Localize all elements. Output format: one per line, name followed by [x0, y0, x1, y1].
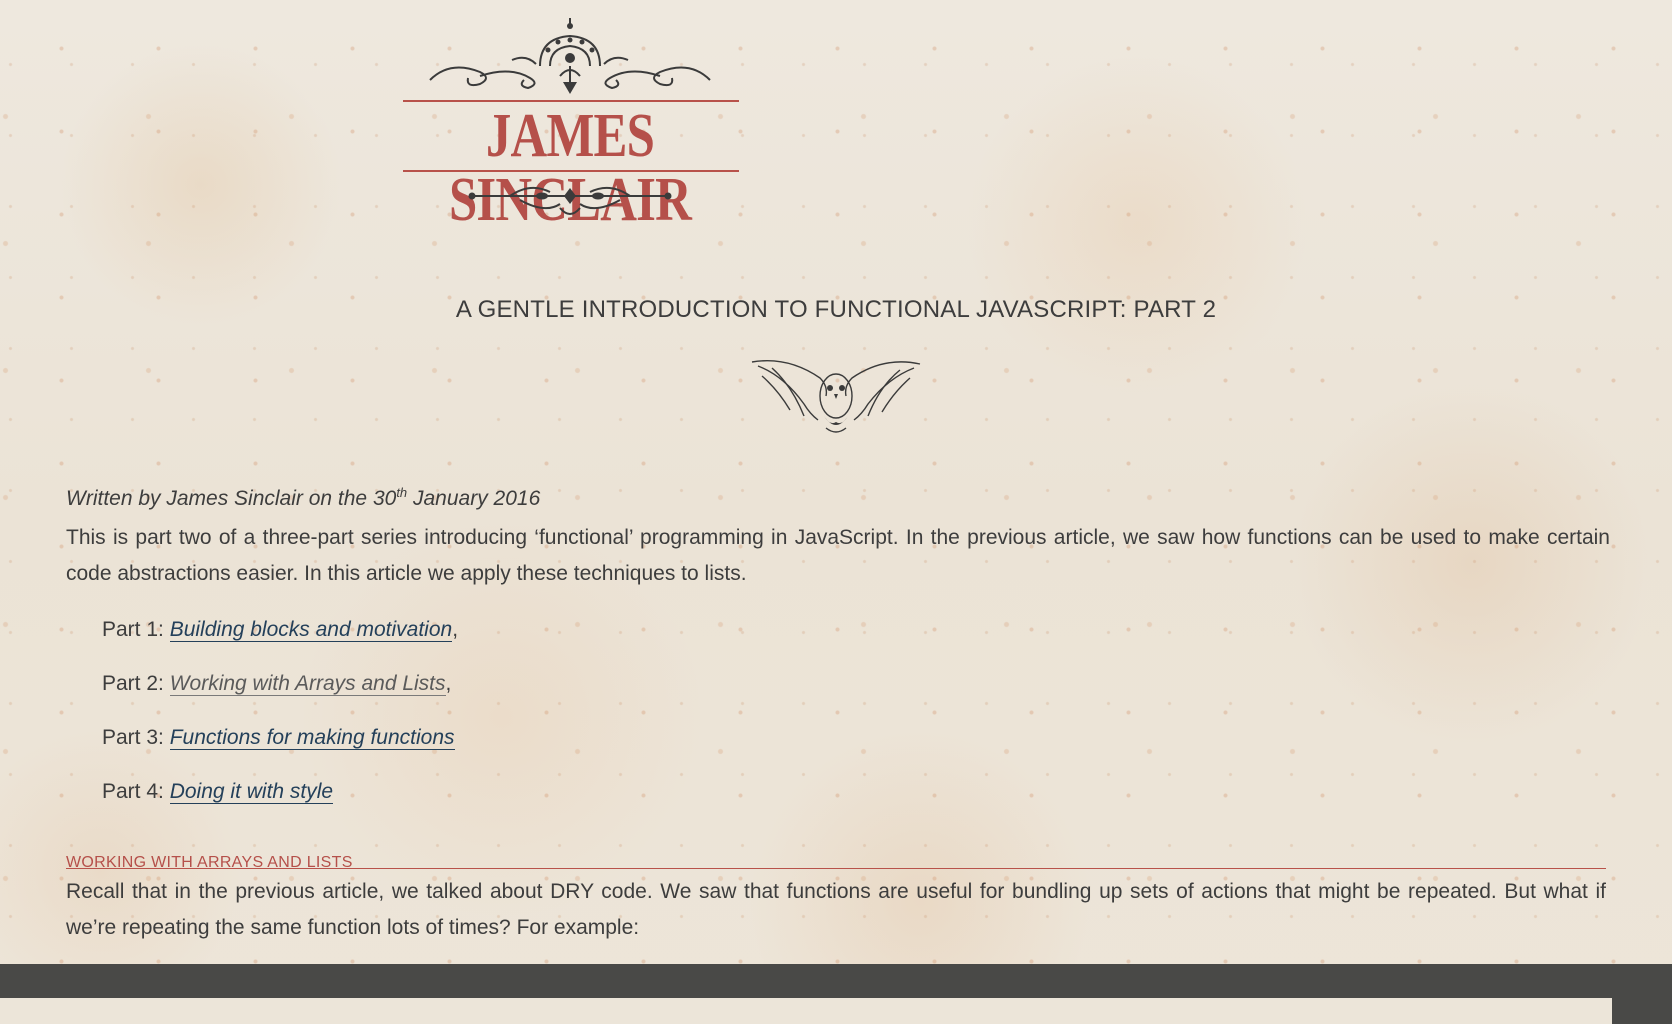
series-item-label: Part 1:	[102, 618, 170, 641]
code-block-scrollbar[interactable]	[1612, 998, 1672, 1024]
article-body: Written by James Sinclair on the 30th Ja…	[66, 478, 1610, 830]
series-item-punct: ,	[445, 672, 452, 695]
site-logo-link[interactable]: JAMES SINCLAIR	[400, 16, 740, 232]
code-block[interactable]	[0, 998, 1612, 1024]
series-item: Part 3: Functions for making functions	[102, 722, 1610, 754]
logo-bottom-rule	[403, 170, 739, 172]
series-link-part-4[interactable]: Doing it with style	[169, 780, 334, 804]
series-item-label: Part 3:	[102, 726, 170, 749]
series-link-part-1[interactable]: Building blocks and motivation	[169, 618, 453, 642]
series-item: Part 4: Doing it with style	[102, 776, 1610, 808]
series-link-part-3[interactable]: Functions for making functions	[169, 726, 455, 750]
byline-ordinal: th	[396, 485, 408, 500]
section-heading: WORKING WITH ARRAYS AND LISTS	[66, 846, 1606, 871]
post-byline: Written by James Sinclair on the 30th Ja…	[66, 478, 1610, 514]
series-item: Part 1: Building blocks and motivation,	[102, 614, 1610, 646]
series-link-part-2[interactable]: Working with Arrays and Lists	[169, 672, 446, 696]
section-heading-text: WORKING WITH ARRAYS AND LISTS	[66, 854, 353, 871]
series-item-label: Part 4:	[102, 780, 170, 803]
code-block-header	[0, 964, 1672, 998]
series-item-punct: ,	[452, 618, 459, 641]
byline-text: Written by James Sinclair on the 30	[66, 487, 397, 510]
series-item-label: Part 2:	[102, 672, 170, 695]
scroll-ornament-icon	[468, 186, 672, 215]
post-title: A GENTLE INTRODUCTION TO FUNCTIONAL JAVA…	[455, 296, 1217, 323]
flourish-ornament-icon	[429, 18, 711, 94]
byline-date: January 2016	[407, 487, 541, 510]
intro-paragraph: This is part two of a three-part series …	[66, 526, 1610, 585]
series-list: Part 1: Building blocks and motivation, …	[66, 614, 1610, 808]
body-paragraph: Recall that in the previous article, we …	[66, 880, 1606, 939]
series-item: Part 2: Working with Arrays and Lists,	[102, 668, 1610, 700]
owl-icon	[751, 360, 921, 433]
